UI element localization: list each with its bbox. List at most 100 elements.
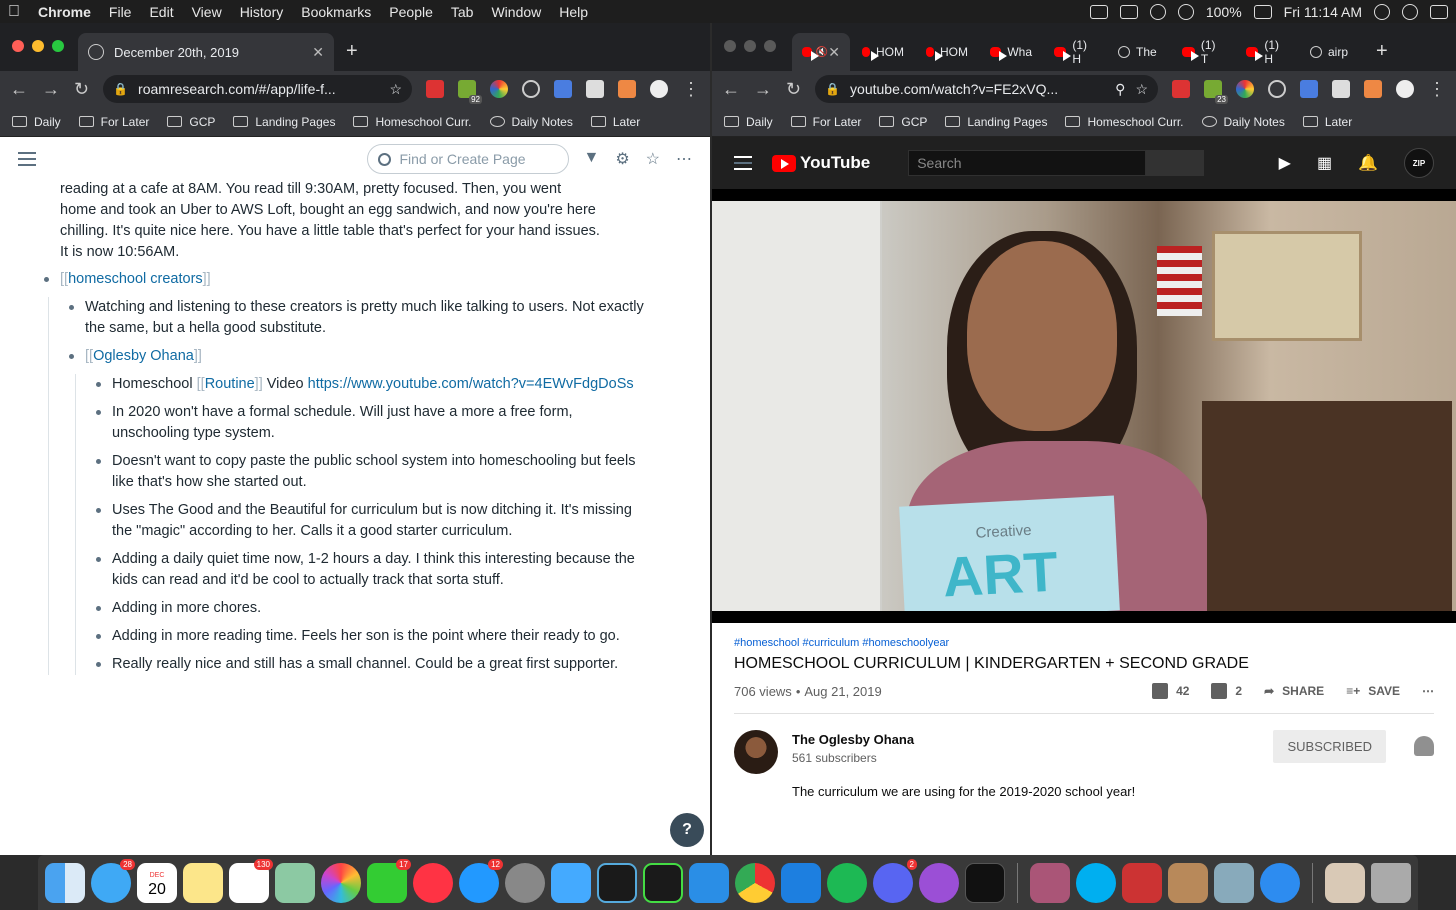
extension-icon-7[interactable] (618, 80, 636, 98)
extension-icon-2[interactable]: 92 (458, 80, 482, 104)
safari-icon[interactable] (1260, 862, 1300, 903)
pocket-icon[interactable] (522, 80, 540, 98)
find-or-create-page-search[interactable]: Find or Create Page (367, 144, 570, 174)
tab-youtube[interactable]: Wha (980, 33, 1042, 71)
bookmark-daily-notes[interactable]: Daily Notes (1201, 115, 1285, 129)
block-homeschool-creators[interactable]: [[homeschool creators]] (34, 269, 650, 290)
bookmark-daily[interactable]: Daily (12, 115, 61, 129)
bookmark-landing-pages[interactable]: Landing Pages (233, 115, 335, 129)
address-bar[interactable]: 🔒 roamresearch.com/#/app/life-f... ☆ (103, 75, 412, 103)
translate-icon[interactable] (554, 80, 572, 98)
subscribed-button[interactable]: SUBSCRIBED (1273, 730, 1386, 763)
chrome-menu-icon[interactable]: ⋮ (1428, 79, 1446, 100)
bookmark-daily[interactable]: Daily (724, 115, 773, 129)
menu-help[interactable]: Help (559, 4, 588, 20)
time-machine-icon[interactable] (1149, 3, 1166, 20)
notes-icon[interactable] (183, 862, 223, 903)
menu-bookmarks[interactable]: Bookmarks (301, 4, 371, 20)
hamburger-menu-icon[interactable] (18, 152, 36, 166)
note-item[interactable]: Doesn't want to copy paste the public sc… (86, 451, 650, 493)
reload-icon[interactable]: ↻ (74, 79, 89, 100)
calculator-icon[interactable] (1030, 862, 1070, 903)
vscode-icon[interactable] (689, 862, 729, 903)
menu-edit[interactable]: Edit (149, 4, 173, 20)
note-item[interactable]: Adding in more chores. (86, 598, 650, 619)
xcode-icon[interactable] (781, 862, 821, 903)
photo-booth-icon[interactable] (1122, 862, 1162, 903)
guide-menu-icon[interactable] (734, 156, 752, 170)
menu-app[interactable]: Chrome (38, 4, 91, 20)
skype-icon[interactable] (1076, 862, 1116, 903)
extension-icon-1[interactable] (1172, 80, 1190, 98)
discord-icon[interactable]: 2 (873, 858, 917, 903)
zoom-icon[interactable]: ⚲ (1115, 81, 1125, 98)
siri-icon[interactable] (1402, 3, 1418, 20)
close-window-button[interactable] (12, 40, 24, 52)
bookmark-gcp[interactable]: GCP (879, 115, 927, 129)
tab-other[interactable]: The (1108, 33, 1170, 71)
save-button[interactable]: ≡+ SAVE (1346, 684, 1400, 698)
contacts-icon[interactable] (1168, 862, 1208, 903)
back-arrow-icon[interactable]: ← (722, 79, 740, 100)
bookmark-for-later[interactable]: For Later (790, 115, 861, 129)
document-icon[interactable] (1325, 862, 1365, 903)
extension-icon-6[interactable] (586, 80, 604, 98)
youtube-search-button[interactable] (1146, 150, 1205, 176)
finder-icon[interactable] (45, 862, 85, 903)
reload-icon[interactable]: ↻ (786, 79, 801, 100)
spotlight-icon[interactable] (1374, 3, 1390, 20)
bookmark-homeschool-curr[interactable]: Homeschool Curr. (353, 115, 472, 129)
translate-icon[interactable] (1300, 80, 1318, 98)
extension-icon-1[interactable] (426, 80, 444, 98)
account-avatar[interactable]: ZIP (1404, 148, 1434, 178)
address-bar[interactable]: 🔒 youtube.com/watch?v=FE2xVQ... ⚲ ☆ (815, 75, 1158, 103)
bookmark-gcp[interactable]: GCP (167, 115, 215, 129)
fullscreen-window-button[interactable] (764, 40, 776, 52)
menu-file[interactable]: File (109, 4, 132, 20)
menu-tab[interactable]: Tab (451, 4, 474, 20)
extension-icon-3[interactable] (1236, 80, 1254, 98)
share-button[interactable]: ➦ SHARE (1264, 684, 1324, 698)
youtube-logo[interactable]: YouTube (772, 153, 870, 173)
like-button[interactable]: 42 (1152, 683, 1189, 699)
apps-grid-icon[interactable]: ▦ (1317, 153, 1332, 173)
new-tab-button[interactable]: + (1376, 40, 1388, 63)
bookmarks-app-icon[interactable] (551, 862, 591, 903)
messages-icon[interactable]: 28 (91, 858, 135, 903)
note-item[interactable]: Really really nice and still has a small… (86, 654, 650, 675)
video-hashtags[interactable]: #homeschool #curriculum #homeschoolyear (734, 637, 1434, 649)
back-arrow-icon[interactable]: ← (10, 79, 28, 100)
news-icon[interactable] (413, 862, 453, 903)
forward-arrow-icon[interactable]: → (754, 79, 772, 100)
bookmark-homeschool-curr[interactable]: Homeschool Curr. (1065, 115, 1184, 129)
battery-icon[interactable] (1253, 4, 1272, 19)
page-link-homeschool-creators[interactable]: homeschool creators (68, 271, 203, 287)
note-item[interactable]: Uses The Good and the Beautiful for curr… (86, 500, 650, 542)
fullscreen-window-button[interactable] (52, 40, 64, 52)
maps-icon[interactable] (275, 862, 315, 903)
block-routine-video[interactable]: Homeschool [[Routine]] Video https://www… (86, 374, 650, 395)
trash-icon[interactable] (1371, 862, 1411, 903)
profile-avatar-icon[interactable] (650, 80, 668, 98)
create-video-icon[interactable]: ▶ (1279, 153, 1291, 173)
chrome-menu-icon[interactable]: ⋮ (682, 79, 700, 100)
tab-youtube[interactable]: (1) T (1172, 33, 1234, 71)
forward-arrow-icon[interactable]: → (42, 79, 60, 100)
bookmark-daily-notes[interactable]: Daily Notes (489, 115, 573, 129)
podcasts-icon[interactable] (919, 862, 959, 903)
block-oglesby-ohana[interactable]: [[Oglesby Ohana]] (59, 346, 650, 367)
more-options-icon[interactable]: ⋯ (676, 149, 692, 169)
reminders-icon[interactable]: 130 (229, 858, 273, 903)
calendar-icon[interactable]: DEC 20 (137, 862, 177, 903)
profile-avatar-icon[interactable] (1396, 80, 1414, 98)
clock[interactable]: Fri 11:14 AM (1284, 4, 1362, 20)
channel-avatar[interactable] (734, 730, 778, 774)
bookmark-landing-pages[interactable]: Landing Pages (945, 115, 1047, 129)
facetime-icon[interactable]: 17 (367, 858, 411, 903)
menu-window[interactable]: Window (491, 4, 541, 20)
close-window-button[interactable] (724, 40, 736, 52)
preview-icon[interactable] (1214, 862, 1254, 903)
more-actions-icon[interactable]: ⋯ (1422, 684, 1434, 698)
block-creators-note[interactable]: Watching and listening to these creators… (59, 297, 650, 339)
note-item[interactable]: In 2020 won't have a formal schedule. Wi… (86, 402, 650, 444)
